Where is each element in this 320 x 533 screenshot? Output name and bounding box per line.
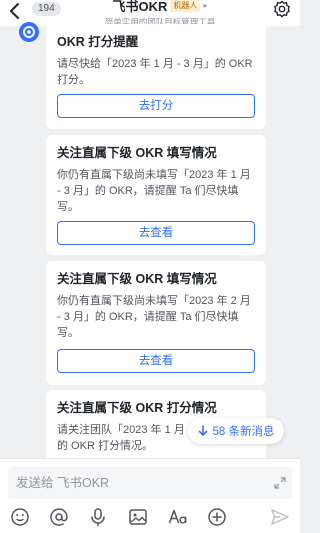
text-format-icon[interactable]	[168, 507, 188, 527]
composer-toolbar	[0, 507, 300, 531]
back-arrow-icon[interactable]	[8, 2, 22, 20]
view-button[interactable]: 去查看	[57, 349, 255, 373]
chevron-right-icon: ▸	[203, 1, 208, 10]
message-card: 关注直属下级 OKR 填写情况 你仍有直属下级尚未填写「2023 年 1 月 -…	[46, 135, 266, 255]
mention-icon[interactable]	[49, 507, 69, 527]
new-messages-button[interactable]: 58 条新消息	[188, 418, 284, 444]
score-button[interactable]: 去打分	[57, 94, 255, 118]
new-messages-label: 58 条新消息	[212, 426, 275, 438]
message-card: 关注直属下级 OKR 填写情况 你仍有直属下级尚未填写「2023 年 2 月 -…	[46, 261, 266, 385]
image-icon[interactable]	[128, 507, 148, 527]
message-card: OKR 打分提醒 请尽快给「2023 年 1 月 - 3 月」的 OKR 打分。…	[46, 24, 266, 129]
bot-tag: 机器人	[170, 0, 201, 12]
chat-title: 飞书OKR	[112, 0, 168, 14]
card-text: 你仍有直属下级尚未填写「2023 年 1 月 - 3 月」的 OKR，请提醒 T…	[57, 169, 251, 213]
send-icon[interactable]	[270, 507, 290, 527]
chat-header: 194 飞书OKR 机器人 ▸ 简单实用的团队目标管理工具	[0, 0, 300, 27]
card-text: 你仍有直属下级尚未填写「2023 年 2 月 - 3 月」的 OKR，请提醒 T…	[57, 295, 251, 339]
microphone-icon[interactable]	[88, 507, 108, 527]
card-text: 请尽快给「2023 年 1 月 - 3 月」的 OKR 打分。	[57, 58, 253, 86]
okr-logo-icon	[23, 26, 35, 38]
message-composer	[0, 458, 300, 533]
card-title: 关注直属下级 OKR 填写情况	[57, 146, 217, 160]
arrow-down-icon	[198, 425, 207, 436]
card-title: 关注直属下级 OKR 填写情况	[57, 272, 217, 286]
bot-avatar[interactable]	[19, 22, 39, 42]
emoji-icon[interactable]	[10, 507, 30, 527]
expand-icon[interactable]	[274, 477, 286, 489]
view-button[interactable]: 去查看	[57, 221, 255, 245]
plus-icon[interactable]	[207, 507, 227, 527]
message-input[interactable]	[8, 467, 292, 499]
gear-icon[interactable]	[273, 0, 291, 18]
card-title: 关注直属下级 OKR 打分情况	[57, 401, 217, 415]
card-title: OKR 打分提醒	[57, 35, 139, 49]
unread-count-badge[interactable]: 194	[32, 2, 61, 16]
